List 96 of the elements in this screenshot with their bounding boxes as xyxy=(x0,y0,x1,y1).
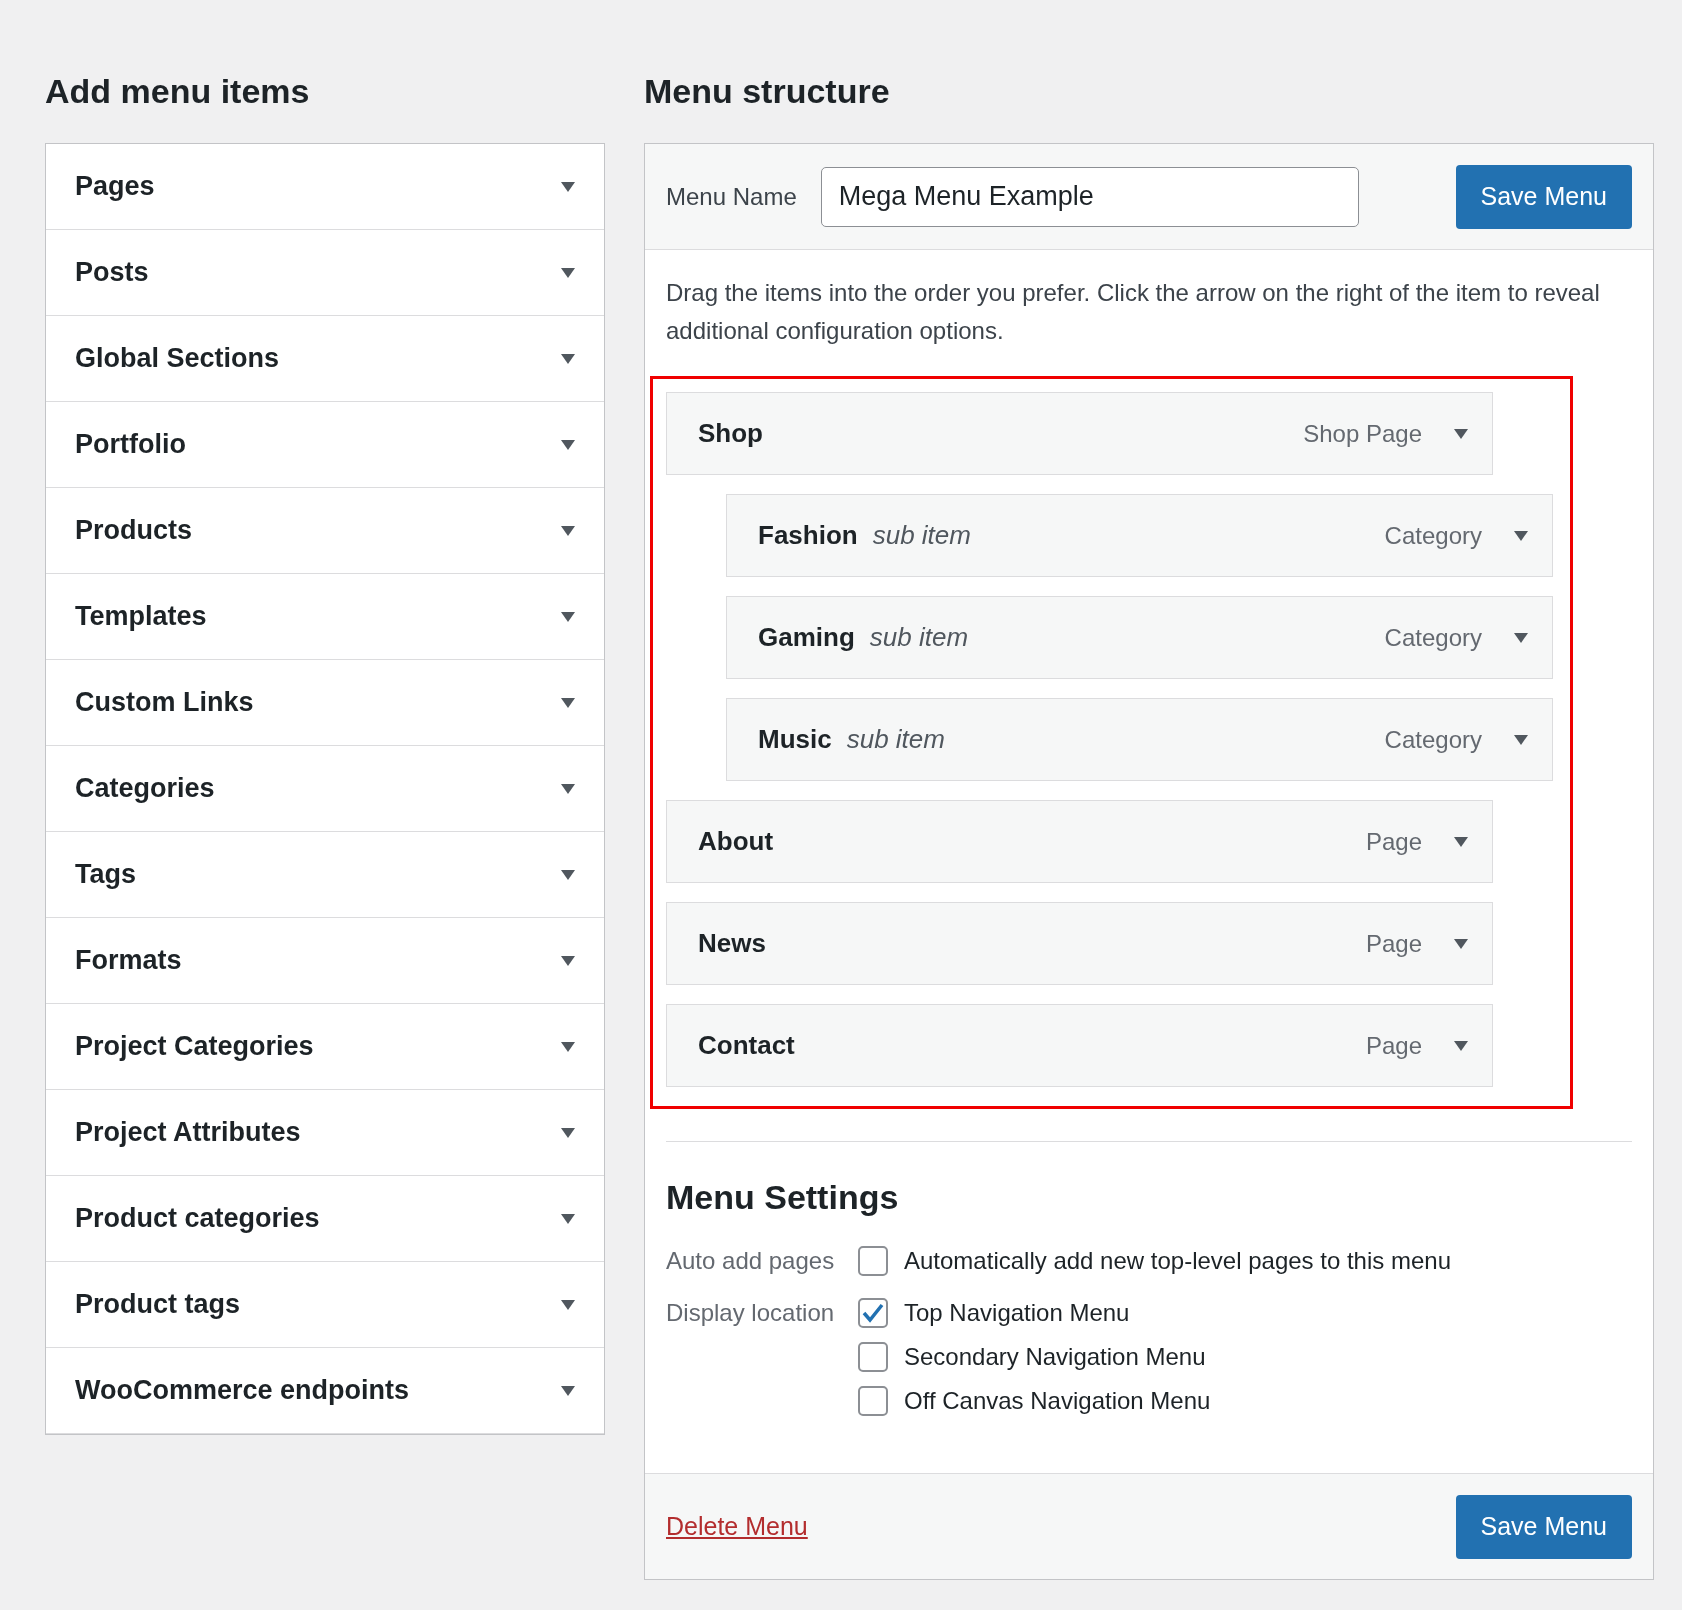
menu-item-type: Page xyxy=(1365,1030,1422,1061)
setting-label: Display location xyxy=(666,1298,836,1328)
section-label: Product categories xyxy=(75,1202,320,1236)
section-label: Custom Links xyxy=(75,686,254,720)
section-label: Project Categories xyxy=(75,1030,314,1064)
checkbox-label: Top Navigation Menu xyxy=(904,1298,1130,1328)
section-label: Products xyxy=(75,514,193,548)
menu-item-type: Page xyxy=(1365,928,1422,959)
checkbox[interactable] xyxy=(858,1246,888,1276)
save-menu-button[interactable]: Save Menu xyxy=(1455,1494,1632,1559)
menu-item-type: Category xyxy=(1384,724,1482,755)
caret-icon xyxy=(561,439,575,450)
menu-name-field[interactable]: Mega Menu Example xyxy=(820,166,1359,227)
caret-icon xyxy=(561,869,575,880)
expand-caret-icon xyxy=(1454,836,1468,847)
accordion-section[interactable]: Products xyxy=(46,488,604,574)
expand-caret-icon xyxy=(1514,530,1528,541)
expand-caret-icon xyxy=(1514,632,1528,643)
accordion-section[interactable]: Project Categories xyxy=(46,1004,604,1090)
menu-item-title: Fashion xyxy=(758,519,858,552)
menu-item[interactable]: Contact Page xyxy=(666,1004,1493,1087)
section-label: Pages xyxy=(75,170,155,204)
caret-icon xyxy=(561,181,575,192)
menu-item-title: Gaming xyxy=(758,621,855,654)
caret-icon xyxy=(561,267,575,278)
checkbox-label: Off Canvas Navigation Menu xyxy=(904,1386,1211,1416)
expand-caret-icon xyxy=(1454,428,1468,439)
checkmark-icon xyxy=(862,1303,884,1323)
accordion-section[interactable]: Product tags xyxy=(46,1262,604,1348)
section-label: Project Attributes xyxy=(75,1116,301,1150)
menu-name-label: Menu Name xyxy=(666,181,797,212)
section-label: Global Sections xyxy=(75,342,280,376)
setting-label: Auto add pages xyxy=(666,1246,836,1276)
section-label: Posts xyxy=(75,256,149,290)
caret-icon xyxy=(561,1041,575,1052)
menu-item-title: Music xyxy=(758,723,832,756)
expand-caret-icon xyxy=(1514,734,1528,745)
caret-icon xyxy=(561,697,575,708)
menu-item[interactable]: Shop Shop Page xyxy=(666,392,1493,475)
accordion-section[interactable]: Product categories xyxy=(46,1176,604,1262)
caret-icon xyxy=(561,611,575,622)
checkbox[interactable] xyxy=(858,1342,888,1372)
accordion-section[interactable]: Global Sections xyxy=(46,316,604,402)
menu-item-note: sub item xyxy=(872,519,971,552)
section-label: Tags xyxy=(75,858,136,892)
caret-icon xyxy=(561,1213,575,1224)
expand-caret-icon xyxy=(1454,938,1468,949)
menu-item-title: Shop xyxy=(698,417,763,450)
caret-icon xyxy=(561,1127,575,1138)
caret-icon xyxy=(561,1385,575,1396)
instructions-text: Drag the items into the order you prefer. Click the arrow on the right of the item to reveal additional configuration options. xyxy=(666,278,1601,346)
menu-item-note: sub item xyxy=(846,723,945,756)
accordion-section[interactable]: Pages xyxy=(46,144,604,230)
checkbox[interactable] xyxy=(858,1298,888,1328)
settings-heading: Menu Settings xyxy=(666,1177,900,1218)
accordion-section[interactable]: Categories xyxy=(46,746,604,832)
menu-item-note: sub item xyxy=(869,621,969,654)
accordion-section[interactable]: WooCommerce endpoints xyxy=(46,1348,604,1434)
caret-icon xyxy=(561,525,575,536)
checkbox[interactable] xyxy=(858,1386,888,1416)
menu-item-type: Shop Page xyxy=(1303,418,1422,449)
accordion-section[interactable]: Templates xyxy=(46,574,604,660)
section-label: Portfolio xyxy=(75,428,186,462)
accordion-section[interactable]: Formats xyxy=(46,918,604,1004)
section-label: Product tags xyxy=(75,1288,241,1322)
accordion-section[interactable]: Custom Links xyxy=(46,660,604,746)
section-label: Categories xyxy=(75,772,215,806)
menu-item[interactable]: Music sub item Category xyxy=(726,698,1553,781)
caret-icon xyxy=(561,353,575,364)
section-label: Formats xyxy=(75,944,182,978)
checkbox-label: Automatically add new top-level pages to this menu xyxy=(904,1246,1451,1276)
accordion-section[interactable]: Posts xyxy=(46,230,604,316)
menu-item[interactable]: Gaming sub item Category xyxy=(726,596,1553,679)
menu-item-title: Contact xyxy=(698,1029,795,1062)
section-label: WooCommerce endpoints xyxy=(75,1374,410,1408)
delete-menu-link[interactable]: Delete Menu xyxy=(666,1507,808,1546)
expand-caret-icon xyxy=(1454,1040,1468,1051)
menu-item-title: About xyxy=(698,825,774,858)
accordion-section[interactable]: Tags xyxy=(46,832,604,918)
section-heading: Add menu items xyxy=(45,71,311,112)
menu-item-type: Category xyxy=(1384,622,1482,653)
accordion-section[interactable]: Portfolio xyxy=(46,402,604,488)
caret-icon xyxy=(561,783,575,794)
menu-item-title: News xyxy=(698,927,766,960)
menu-item-type: Page xyxy=(1365,826,1422,857)
menu-item-type: Category xyxy=(1384,520,1482,551)
accordion-section[interactable]: Project Attributes xyxy=(46,1090,604,1176)
section-label: Templates xyxy=(75,600,207,634)
caret-icon xyxy=(561,955,575,966)
caret-icon xyxy=(561,1299,575,1310)
save-menu-button[interactable]: Save Menu xyxy=(1455,164,1632,229)
menu-item[interactable]: About Page xyxy=(666,800,1493,883)
menu-item[interactable]: Fashion sub item Category xyxy=(726,494,1553,577)
section-heading: Menu structure xyxy=(644,71,891,112)
checkbox-label: Secondary Navigation Menu xyxy=(904,1342,1206,1372)
menu-item[interactable]: News Page xyxy=(666,902,1493,985)
